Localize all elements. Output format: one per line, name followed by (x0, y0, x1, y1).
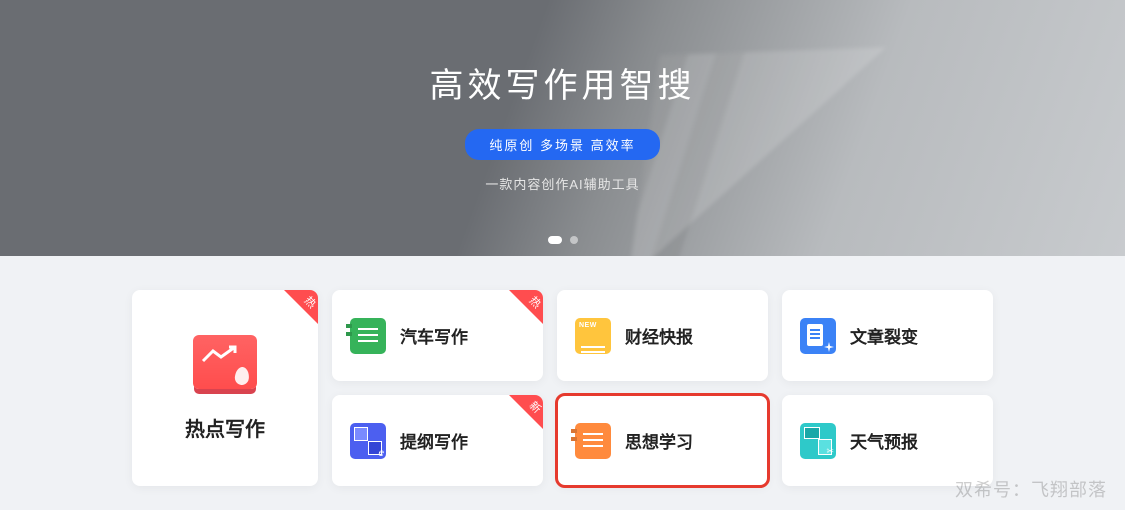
card-article-split[interactable]: 文章裂变 (782, 290, 993, 381)
carousel-dots (548, 236, 578, 244)
hero-tag-pill: 纯原创 多场景 高效率 (465, 129, 659, 160)
blue-doc-icon (800, 318, 836, 354)
card-grid: 热 汽车写作 NEW 财经快报 文章裂变 新 e 提纲写作 思想学习 ✂ 天气 (332, 290, 993, 486)
feature-cards-area: 热 热点写作 热 汽车写作 NEW 财经快报 文章裂变 新 e 提纲写作 (0, 256, 1125, 486)
hero-subtitle: 一款内容创作AI辅助工具 (485, 174, 639, 193)
carousel-dot-2[interactable] (570, 236, 578, 244)
card-finance-news[interactable]: NEW 财经快报 (557, 290, 768, 381)
card-car-writing[interactable]: 热 汽车写作 (332, 290, 543, 381)
card-outline-writing[interactable]: 新 e 提纲写作 (332, 395, 543, 486)
badge-new-icon: 新 (509, 395, 543, 429)
trending-chart-icon (193, 335, 257, 389)
card-label: 财经快报 (625, 323, 693, 348)
card-label: 文章裂变 (850, 323, 918, 348)
card-hot-writing[interactable]: 热 热点写作 (132, 290, 318, 486)
card-label: 天气预报 (850, 428, 918, 453)
card-label: 热点写作 (185, 413, 265, 442)
teal-blocks-icon: ✂ (800, 423, 836, 459)
orange-book-icon (575, 423, 611, 459)
card-label: 汽车写作 (400, 323, 468, 348)
purple-grid-icon: e (350, 423, 386, 459)
card-weather-forecast[interactable]: ✂ 天气预报 (782, 395, 993, 486)
card-thought-study[interactable]: 思想学习 (557, 395, 768, 486)
badge-hot-icon: 热 (509, 290, 543, 324)
badge-hot-icon: 热 (284, 290, 318, 324)
hero-title: 高效写作用智搜 (430, 58, 696, 107)
green-book-icon (350, 318, 386, 354)
carousel-dot-1[interactable] (548, 236, 562, 244)
hero-banner: 高效写作用智搜 纯原创 多场景 高效率 一款内容创作AI辅助工具 (0, 0, 1125, 256)
yellow-new-icon: NEW (575, 318, 611, 354)
card-label: 提纲写作 (400, 428, 468, 453)
card-label: 思想学习 (625, 428, 693, 453)
